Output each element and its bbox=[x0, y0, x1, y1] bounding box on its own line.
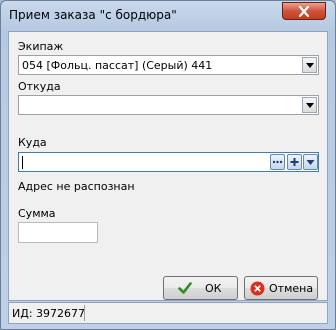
close-icon bbox=[298, 6, 310, 17]
chevron-down-icon bbox=[306, 160, 315, 165]
crew-dropdown-button[interactable] bbox=[302, 57, 317, 73]
from-dropdown-button[interactable] bbox=[302, 97, 317, 113]
order-id-text: ИД: 3972677 bbox=[12, 307, 86, 320]
from-select[interactable] bbox=[18, 95, 319, 115]
text-caret bbox=[22, 156, 23, 169]
chevron-down-icon bbox=[306, 63, 314, 68]
ellipsis-icon bbox=[272, 160, 283, 164]
window-title: Прием заказа "с бордюра" bbox=[9, 8, 177, 22]
crew-select[interactable]: 054 [Фольц. пассат] (Серый) 441 bbox=[18, 55, 319, 75]
to-address-input[interactable] bbox=[18, 152, 319, 172]
chevron-down-icon bbox=[306, 103, 314, 108]
order-dialog-window: Прием заказа "с бордюра" Экипаж 054 [Фол… bbox=[0, 0, 336, 330]
to-label: Куда bbox=[18, 136, 47, 149]
cancel-button[interactable]: Отмена bbox=[244, 276, 318, 300]
add-address-button[interactable] bbox=[287, 154, 302, 170]
ok-label: ОК bbox=[205, 282, 222, 295]
cancel-label: Отмена bbox=[269, 282, 314, 295]
status-separator bbox=[84, 305, 85, 321]
sum-label: Сумма bbox=[18, 207, 56, 220]
close-button[interactable] bbox=[282, 2, 326, 20]
cancel-circle-icon bbox=[250, 281, 265, 296]
crew-value: 054 [Фольц. пассат] (Серый) 441 bbox=[22, 59, 213, 72]
from-label: Откуда bbox=[18, 80, 61, 93]
dialog-content: Экипаж 054 [Фольц. пассат] (Серый) 441 О… bbox=[8, 31, 328, 301]
plus-icon bbox=[290, 158, 299, 166]
crew-label: Экипаж bbox=[18, 40, 64, 53]
sum-input[interactable] bbox=[18, 222, 98, 243]
ok-button[interactable]: ОК bbox=[163, 276, 238, 300]
address-status-text: Адрес не распознан bbox=[18, 180, 135, 193]
status-bar: ИД: 3972677 bbox=[8, 302, 328, 324]
title-bar[interactable]: Прием заказа "с бордюра" bbox=[1, 1, 335, 31]
address-details-button[interactable] bbox=[270, 154, 285, 170]
check-icon bbox=[178, 282, 192, 294]
to-dropdown-button[interactable] bbox=[303, 154, 318, 170]
